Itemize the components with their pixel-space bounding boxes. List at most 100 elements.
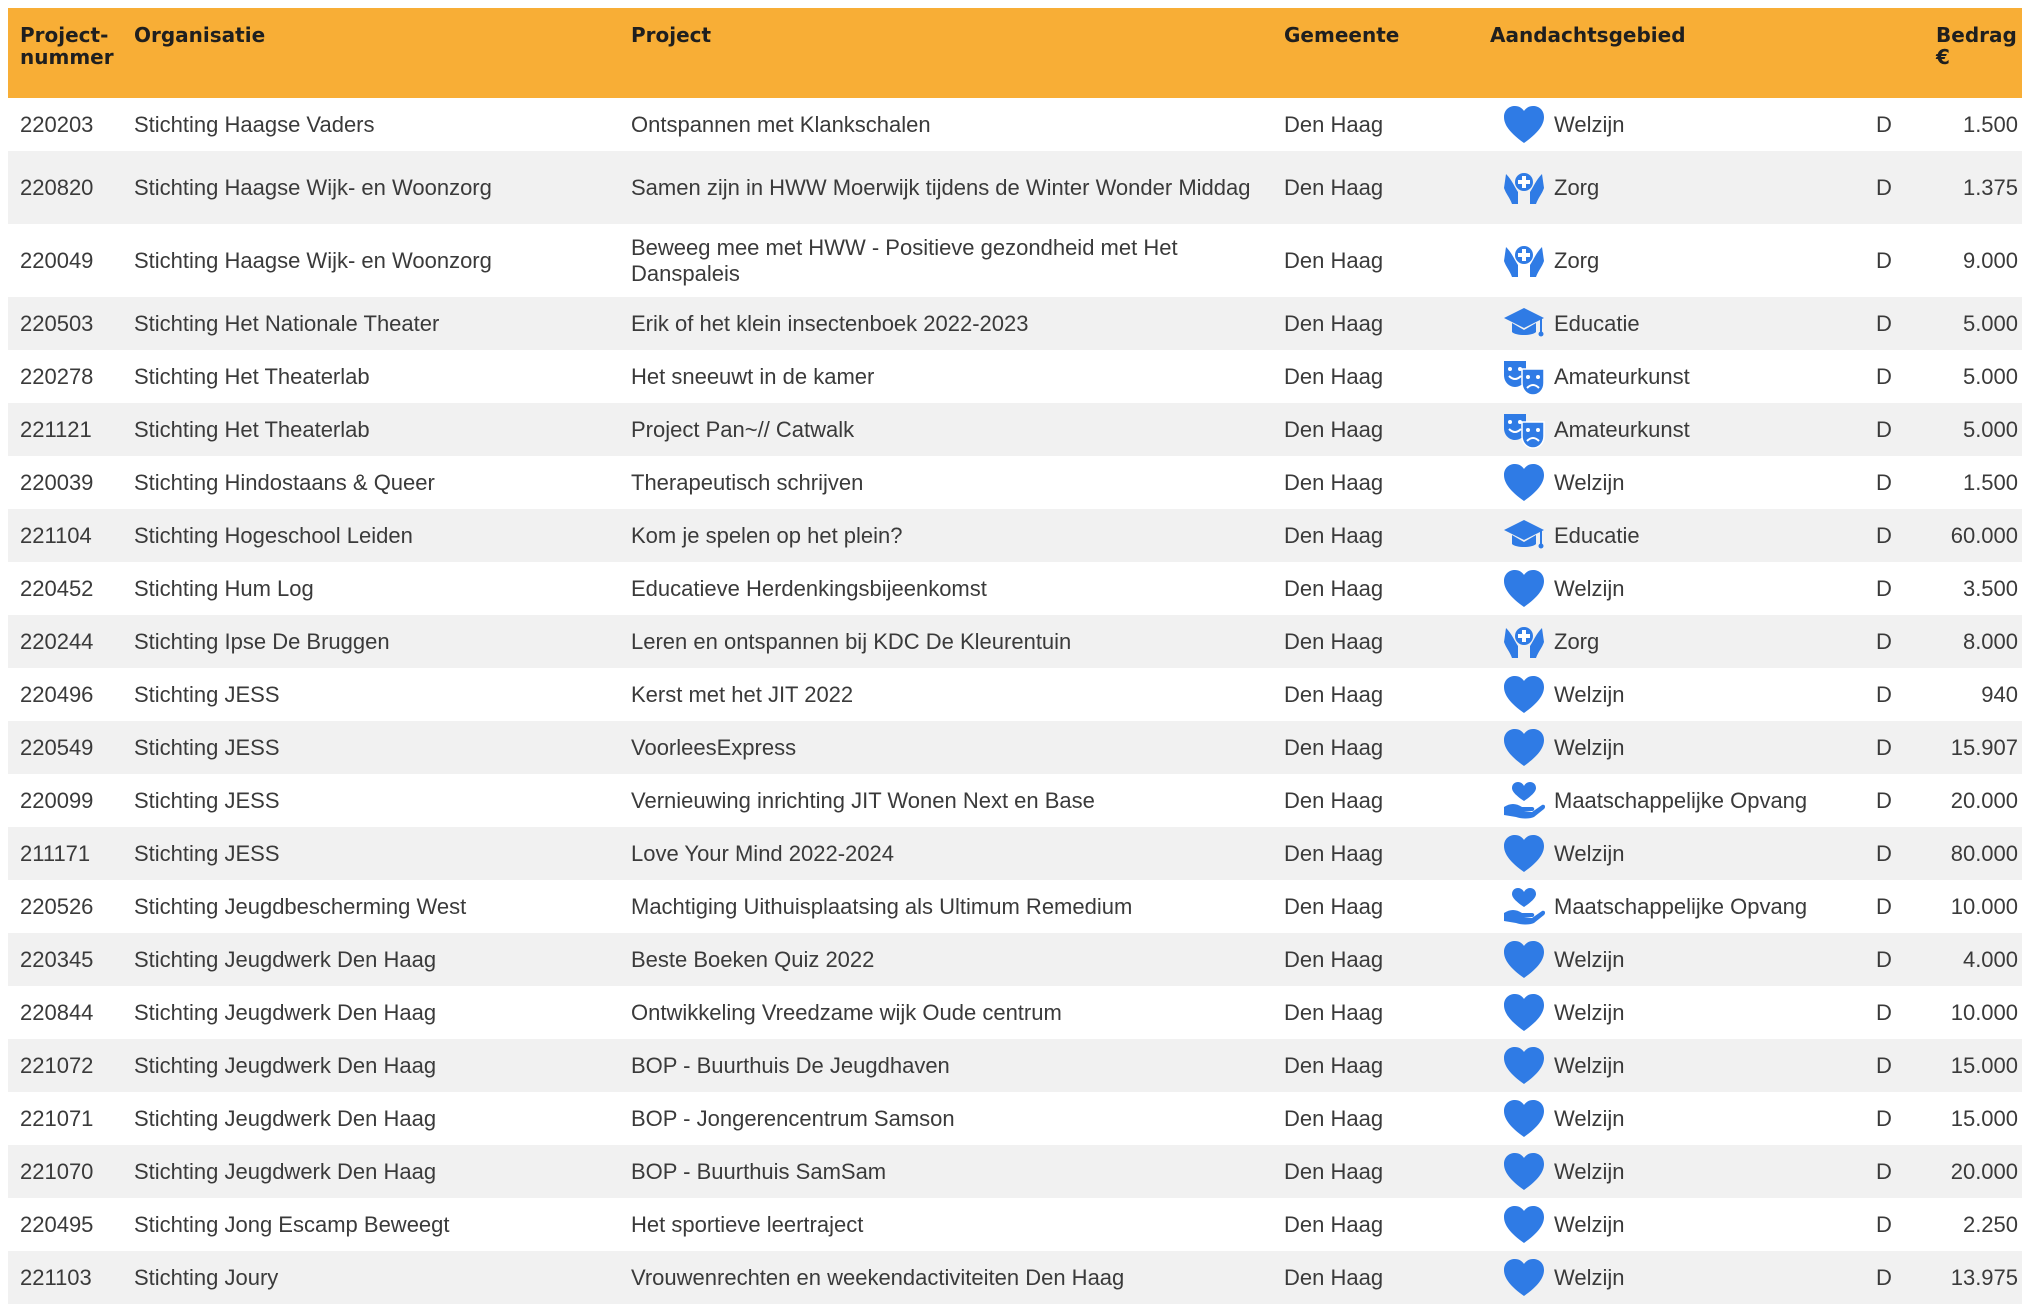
heart-icon: [1502, 569, 1548, 609]
cell-project: BOP - Buurthuis SamSam: [631, 1158, 887, 1184]
cell-bedrag: 9.000: [1962, 247, 2019, 273]
cell-status: D: [1876, 174, 1892, 200]
cell-bedrag: 8.000: [1962, 628, 2019, 654]
table-row: 220244 Stichting Ipse De Bruggen Leren en …: [8, 615, 2022, 668]
cell-project: Ontwikkeling Vreedzame wijk Oude centrum: [631, 999, 1062, 1025]
cell-aandachtsgebied: Zorg: [1554, 628, 1600, 654]
cell-aandachtsgebied: Maatschappelijke Opvang: [1554, 787, 1808, 813]
cell-bedrag: 5.000: [1962, 310, 2019, 336]
cell-bedrag: 1.375: [1962, 174, 2019, 200]
cell-aandachtsgebied: Welzijn: [1554, 734, 1625, 760]
cell-gemeente: Den Haag: [1284, 1052, 1384, 1078]
table-row: 220452 Stichting Hum Log Educatieve Herden…: [8, 562, 2022, 615]
table-row: 221121 Stichting Het Theaterlab Project Pa…: [8, 403, 2022, 456]
cell-organisatie: Stichting JESS: [134, 734, 280, 760]
cell-organisatie: Stichting Jeugdwerk Den Haag: [134, 946, 437, 972]
cell-project: Kerst met het JIT 2022: [631, 681, 854, 707]
cell-project: Educatieve Herdenkingsbijeenkomst: [631, 575, 987, 601]
cell-status: D: [1876, 1105, 1892, 1131]
cell-gemeente: Den Haag: [1284, 1158, 1384, 1184]
heart-icon: [1502, 1046, 1548, 1086]
header-gemeente: Gemeente: [1284, 23, 1400, 47]
cell-organisatie: Stichting Jeugdwerk Den Haag: [134, 1105, 437, 1131]
header-projectnummer: Project-nummer: [20, 23, 114, 69]
table-row: 220278 Stichting Het Theaterlab Het sneeuw…: [8, 350, 2022, 403]
cell-organisatie: Stichting Haagse Vaders: [134, 111, 375, 137]
cell-project: Machtiging Uithuisplaatsing als Ultimum …: [631, 893, 1133, 919]
cell-projectnummer: 221070: [20, 1158, 94, 1184]
cell-area-icon: [1478, 986, 1548, 1039]
header-organisatie: Organisatie: [134, 23, 266, 47]
cell-projectnummer: 220495: [20, 1211, 94, 1237]
cell-bedrag: 5.000: [1962, 363, 2019, 389]
cell-area-icon: [1478, 827, 1548, 880]
cell-area-icon: [1478, 668, 1548, 721]
cell-projectnummer: 220244: [20, 628, 94, 654]
cell-organisatie: Stichting JESS: [134, 681, 280, 707]
heart-icon: [1502, 675, 1548, 715]
cell-project: Beste Boeken Quiz 2022: [631, 946, 875, 972]
cell-bedrag: 20.000: [1950, 1158, 2019, 1184]
cell-gemeente: Den Haag: [1284, 575, 1384, 601]
cell-status: D: [1876, 522, 1892, 548]
cell-project: Therapeutisch schrijven: [631, 469, 864, 495]
cell-aandachtsgebied: Welzijn: [1554, 840, 1625, 866]
cell-area-icon: [1478, 98, 1548, 151]
heart-icon: [1502, 728, 1548, 768]
header-row: Project-nummer Organisatie Project Gemee…: [8, 8, 2022, 98]
cell-status: D: [1876, 1052, 1892, 1078]
projects-table: Project-nummer Organisatie Project Gemee…: [8, 8, 2022, 1304]
cell-area-icon: [1478, 1251, 1548, 1304]
cell-gemeente: Den Haag: [1284, 787, 1384, 813]
cell-area-icon: [1478, 456, 1548, 509]
cell-bedrag: 15.000: [1950, 1105, 2019, 1131]
table-row: 220549 Stichting JESS VoorleesExpress Den H…: [8, 721, 2022, 774]
cell-organisatie: Stichting JESS: [134, 840, 280, 866]
cell-organisatie: Stichting Het Nationale Theater: [134, 310, 440, 336]
cell-organisatie: Stichting Haagse Wijk- en Woonzorg: [134, 174, 492, 200]
cell-status: D: [1876, 681, 1892, 707]
cell-gemeente: Den Haag: [1284, 1211, 1384, 1237]
table-row: 220503 Stichting Het Nationale Theater Eri…: [8, 297, 2022, 350]
cell-gemeente: Den Haag: [1284, 734, 1384, 760]
cell-gemeente: Den Haag: [1284, 174, 1384, 200]
cell-aandachtsgebied: Amateurkunst: [1554, 363, 1690, 389]
cell-area-icon: [1478, 350, 1548, 403]
cell-status: D: [1876, 469, 1892, 495]
cell-bedrag: 80.000: [1950, 840, 2019, 866]
table-row: 221070 Stichting Jeugdwerk Den Haag BOP - …: [8, 1145, 2022, 1198]
cell-organisatie: Stichting Ipse De Bruggen: [134, 628, 390, 654]
table-row: 220496 Stichting JESS Kerst met het JIT 20…: [8, 668, 2022, 721]
cell-organisatie: Stichting Het Theaterlab: [134, 363, 370, 389]
cell-gemeente: Den Haag: [1284, 628, 1384, 654]
cell-aandachtsgebied: Welzijn: [1554, 1052, 1625, 1078]
table-row: 211171 Stichting JESS Love Your Mind 2022-…: [8, 827, 2022, 880]
cell-projectnummer: 221104: [20, 522, 92, 548]
cell-gemeente: Den Haag: [1284, 946, 1384, 972]
heart-icon: [1502, 1099, 1548, 1139]
cell-status: D: [1876, 628, 1892, 654]
cell-area-icon: [1478, 615, 1548, 668]
cell-status: D: [1876, 787, 1892, 813]
heart-icon: [1502, 1205, 1548, 1245]
cell-status: D: [1876, 1264, 1892, 1290]
cell-aandachtsgebied: Maatschappelijke Opvang: [1554, 893, 1808, 919]
cell-area-icon: [1478, 1145, 1548, 1198]
cell-project: Kom je spelen op het plein?: [631, 522, 903, 548]
cell-projectnummer: 220549: [20, 734, 94, 760]
cell-gemeente: Den Haag: [1284, 999, 1384, 1025]
cell-aandachtsgebied: Zorg: [1554, 247, 1600, 273]
cell-area-icon: [1478, 151, 1548, 224]
cell-organisatie: Stichting JESS: [134, 787, 280, 813]
cell-project: Beweeg mee met HWW - Positieve gezondhei…: [631, 234, 1178, 286]
cell-organisatie: Stichting Joury: [134, 1264, 279, 1290]
cell-projectnummer: 220099: [20, 787, 94, 813]
cell-bedrag: 10.000: [1950, 893, 2019, 919]
cell-aandachtsgebied: Zorg: [1554, 174, 1600, 200]
cell-projectnummer: 220844: [20, 999, 94, 1025]
cell-area-icon: [1478, 1092, 1548, 1145]
cell-project: BOP - Buurthuis De Jeugdhaven: [631, 1052, 950, 1078]
cell-bedrag: 2.250: [1962, 1211, 2019, 1237]
care-hands-icon: [1502, 241, 1548, 281]
theater-masks-icon: [1502, 410, 1548, 450]
